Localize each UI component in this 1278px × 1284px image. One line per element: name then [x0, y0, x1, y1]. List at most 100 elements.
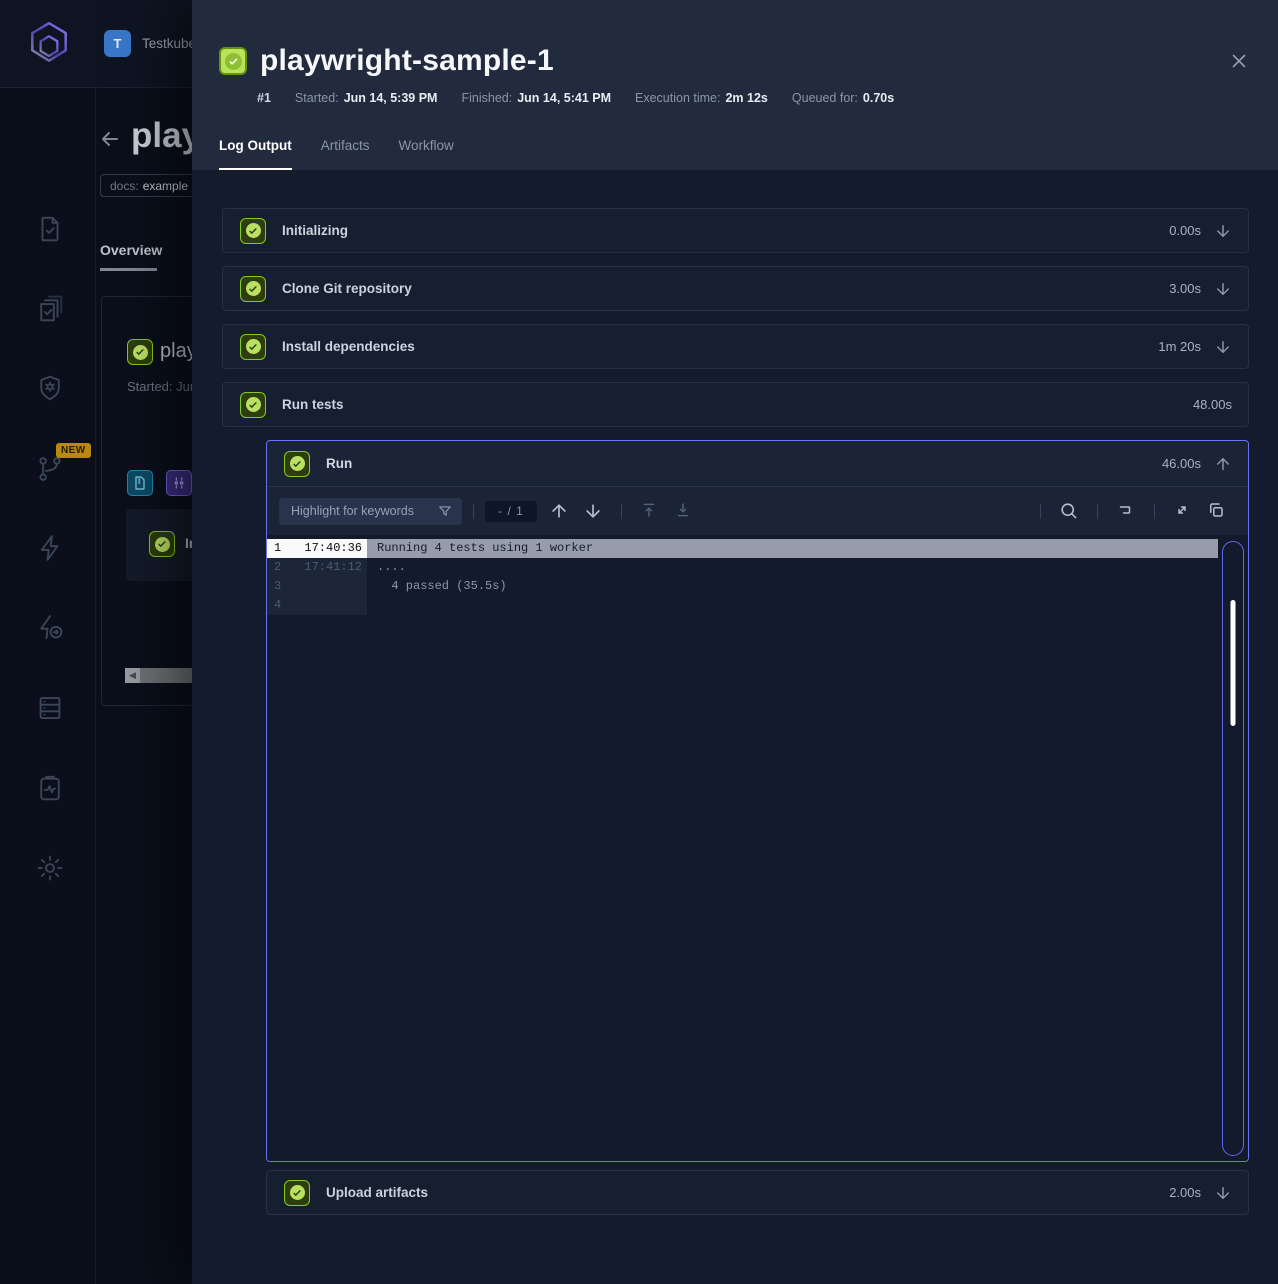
sidebar-item-tests[interactable]: [35, 214, 65, 244]
step-row-run-tests[interactable]: Run tests 48.00s: [222, 382, 1249, 427]
step-label: Install dependencies: [282, 339, 1158, 354]
chevron-down-icon[interactable]: [1214, 338, 1232, 356]
git-commit-button[interactable]: [166, 470, 192, 496]
files-check-icon: [35, 294, 65, 324]
sidebar-item-status-pages[interactable]: [35, 773, 65, 803]
highlight-keywords-select[interactable]: Highlight for keywords: [279, 498, 462, 525]
log-line[interactable]: 3 4 passed (35.5s): [267, 577, 1218, 596]
line-text: ....: [367, 558, 1218, 577]
horizontal-scrollbar[interactable]: ◀: [125, 668, 192, 683]
step-duration: 3.00s: [1169, 281, 1201, 296]
org-selector[interactable]: T Testkube: [104, 30, 192, 57]
expand-diagonal-icon: [1173, 501, 1191, 519]
line-timestamp: [299, 577, 367, 596]
sidebar-item-test-suites[interactable]: [35, 294, 65, 324]
meta-value: Jun 14, 5:39 PM: [344, 91, 438, 105]
status-success-icon: [284, 1180, 310, 1206]
sidebar-item-environment[interactable]: [35, 693, 65, 723]
log-line[interactable]: 4: [267, 596, 1218, 615]
lightning-forward-icon: [35, 613, 65, 643]
log-line[interactable]: 1 17:40:36 Running 4 tests using 1 worke…: [267, 539, 1218, 558]
fullscreen-button[interactable]: [1173, 501, 1193, 521]
execution-status-icon: [219, 47, 247, 75]
step-label: Run: [326, 456, 1162, 471]
step-label: Clone Git repository: [282, 281, 1169, 296]
match-counter: - / 1: [485, 501, 537, 522]
search-button[interactable]: [1059, 501, 1079, 521]
step-row-initializing[interactable]: Initializing 0.00s: [222, 208, 1249, 253]
log-scrollbar[interactable]: [1222, 541, 1244, 1156]
tag-label: docs:: [110, 179, 139, 193]
step-row-upload-artifacts[interactable]: Upload artifacts 2.00s: [266, 1170, 1249, 1215]
step-row-clone-git[interactable]: Clone Git repository 3.00s: [222, 266, 1249, 311]
top-bar: T Testkube: [0, 0, 192, 88]
new-badge: NEW: [56, 443, 91, 458]
tab-artifacts[interactable]: Artifacts: [321, 138, 370, 170]
scroll-to-bottom-button[interactable]: [674, 501, 694, 521]
step-row-install-dependencies[interactable]: Install dependencies 1m 20s: [222, 324, 1249, 369]
wrap-text-icon: [1116, 501, 1134, 519]
meta-label: Queued for:: [792, 91, 858, 105]
shield-gear-icon: [35, 373, 65, 403]
scroll-top-icon: [640, 501, 658, 519]
meta-value: 0.70s: [863, 91, 894, 105]
chevron-down-icon[interactable]: [1214, 222, 1232, 240]
tab-overview[interactable]: Overview: [100, 242, 162, 258]
run-step-header[interactable]: Run 46.00s: [267, 441, 1248, 487]
line-text: [367, 596, 1218, 615]
back-button[interactable]: [98, 127, 122, 151]
sidebar-item-webhooks[interactable]: [35, 613, 65, 643]
log-viewer: 1 17:40:36 Running 4 tests using 1 worke…: [267, 535, 1248, 1161]
bg-card-title: play: [160, 340, 192, 363]
server-icon: [35, 693, 65, 723]
tab-log-output[interactable]: Log Output: [219, 138, 292, 170]
nested-steps: Run 46.00s Highlight for keywords - / 1: [266, 440, 1249, 1215]
scroll-to-top-button[interactable]: [640, 501, 660, 521]
chevron-down-icon[interactable]: [1214, 1184, 1232, 1202]
step-duration: 1m 20s: [1158, 339, 1201, 354]
drawer-tabs: Log Output Artifacts Workflow: [219, 138, 1250, 170]
line-number[interactable]: 2: [267, 558, 299, 577]
tab-workflow[interactable]: Workflow: [399, 138, 454, 170]
meta-value: Jun 14, 5:41 PM: [517, 91, 611, 105]
close-drawer-button[interactable]: [1228, 50, 1250, 72]
sidebar-item-executors[interactable]: [35, 373, 65, 403]
file-check-icon: [35, 214, 65, 244]
arrow-up-icon: [549, 501, 569, 521]
line-number[interactable]: 3: [267, 577, 299, 596]
copy-log-button[interactable]: [1207, 501, 1227, 521]
line-timestamp: 17:40:36: [299, 539, 367, 558]
sidebar-item-sources[interactable]: [35, 454, 65, 484]
bg-card-started: Started: June: [127, 379, 192, 394]
status-success-icon: [240, 334, 266, 360]
toolbar-divider: [1040, 504, 1041, 519]
testkube-logo-icon[interactable]: [24, 17, 74, 69]
sidebar-item-triggers[interactable]: [35, 533, 65, 563]
tag-value: example: [143, 179, 188, 193]
chevron-up-icon[interactable]: [1214, 455, 1232, 473]
toolbar-divider: [621, 504, 622, 519]
line-number[interactable]: 1: [267, 539, 299, 558]
status-success-icon: [240, 276, 266, 302]
scrollbar-thumb[interactable]: [140, 668, 192, 683]
previous-match-button[interactable]: [549, 501, 569, 521]
word-wrap-button[interactable]: [1116, 501, 1136, 521]
step-duration: 46.00s: [1162, 456, 1201, 471]
line-timestamp: 17:41:12: [299, 558, 367, 577]
sidebar-item-settings[interactable]: [35, 853, 65, 883]
next-match-button[interactable]: [583, 501, 603, 521]
scroll-left-arrow-icon[interactable]: ◀: [125, 668, 140, 683]
line-number[interactable]: 4: [267, 596, 299, 615]
bg-step-label: In: [185, 535, 192, 551]
sidebar: NEW: [0, 88, 96, 1284]
chevron-down-icon[interactable]: [1214, 280, 1232, 298]
log-scrollbar-thumb[interactable]: [1231, 600, 1236, 726]
background-page: T Testkube: [0, 0, 192, 1284]
org-name: Testkube: [142, 36, 192, 51]
meta-label: Execution time:: [635, 91, 720, 105]
keywords-placeholder: Highlight for keywords: [291, 504, 414, 518]
log-line[interactable]: 2 17:41:12 ....: [267, 558, 1218, 577]
execution-drawer: playwright-sample-1 #1 Started:Jun 14, 5…: [192, 0, 1278, 1284]
artifacts-zip-button[interactable]: [127, 470, 153, 496]
meta-label: Started:: [295, 91, 339, 105]
